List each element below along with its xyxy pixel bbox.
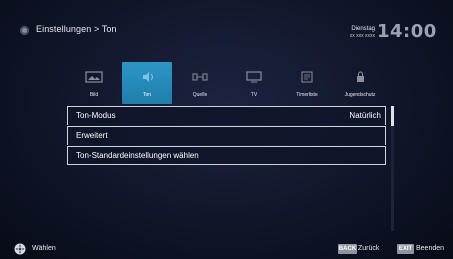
tab-ton[interactable]: Ton [122,62,172,104]
tab-label: Bild [89,92,99,98]
parental-lock-icon [357,71,364,82]
settings-gear-icon [20,26,29,35]
menu-item-label: Ton-Standardeinstellungen wählen [76,151,199,160]
exit-key-badge[interactable]: EXIT [397,244,414,254]
tab-label: TV [250,92,258,98]
tab-label: Timerliste [296,92,318,98]
date: xx xxx xxxx [349,33,375,39]
tab-tv[interactable]: TV [229,62,279,104]
picture-icon [85,71,103,83]
timer-list-icon [301,71,313,83]
screen: Einstellungen > Ton Dienstag xx xxx xxxx… [0,0,453,259]
tv-icon [246,71,262,83]
tab-jugendschutz[interactable]: Jugendschutz [335,62,385,104]
tab-label: Ton [142,92,152,98]
tab-label: Jugendschutz [344,92,376,98]
tab-bild[interactable]: Bild [69,62,119,104]
menu-item-ton-modus[interactable]: Ton-Modus Natürlich [67,106,386,125]
sound-icon [143,72,153,82]
back-hint: Zurück [358,245,380,252]
clock: 14:00 [377,21,437,42]
menu-item-erweitert[interactable]: Erweitert [67,126,386,145]
scrollbar-thumb[interactable] [391,106,394,126]
scrollbar[interactable] [391,106,394,231]
menu-item-label: Ton-Modus [76,111,116,120]
footer: Wählen BACK Zurück EXIT Beenden [0,241,453,259]
sound-menu: Ton-Modus Natürlich Erweitert Ton-Standa… [67,106,386,165]
tab-timerliste[interactable]: Timerliste [282,62,332,104]
breadcrumb: Einstellungen > Ton [36,24,117,34]
exit-hint: Beenden [416,245,445,252]
menu-item-value: Natürlich [349,111,381,120]
settings-tabs: Bild Ton Quelle TV Timerliste Jugendschu… [69,62,389,104]
tab-label: Quelle [192,92,208,98]
weekday: Dienstag [351,26,375,32]
select-hint: Wählen [32,245,56,252]
menu-item-ton-standardeinstellungen[interactable]: Ton-Standardeinstellungen wählen [67,146,386,165]
menu-item-label: Erweitert [76,131,108,140]
tab-quelle[interactable]: Quelle [175,62,225,104]
header: Einstellungen > Ton Dienstag xx xxx xxxx… [0,0,453,60]
date-block: Dienstag xx xxx xxxx [340,25,375,40]
navigation-pad-icon [14,243,26,255]
back-key-badge[interactable]: BACK [338,244,357,254]
source-icon [192,73,208,81]
